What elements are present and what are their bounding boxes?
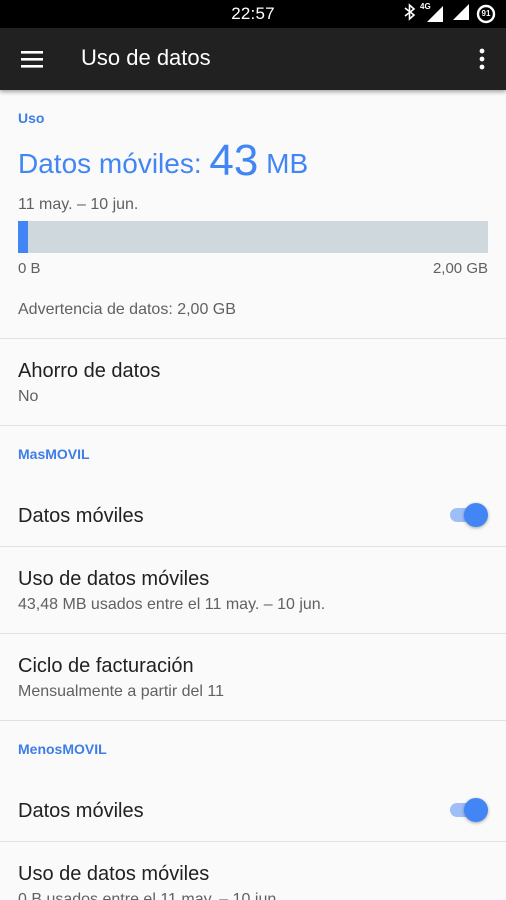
- signal-4g-icon: 4G: [420, 2, 444, 23]
- usage-period: 11 may. – 10 jun.: [18, 196, 139, 213]
- sim1-billing-title: Ciclo de facturación: [18, 655, 194, 677]
- usage-value: 43: [209, 136, 259, 185]
- sim2-mobile-data-toggle[interactable]: [448, 797, 488, 823]
- divider: [0, 720, 506, 721]
- sim1-mobile-data-row[interactable]: Datos móviles: [0, 480, 506, 546]
- hamburger-menu-icon[interactable]: [20, 48, 44, 70]
- data-saver-value: No: [18, 388, 39, 405]
- sim1-billing-row[interactable]: Ciclo de facturación Mensualmente a part…: [0, 634, 506, 720]
- page-title: Uso de datos: [81, 45, 211, 70]
- sim2-usage-summary: 0 B usados entre el 11 may. – 10 jun.: [18, 891, 281, 900]
- app-bar: Uso de datos: [0, 28, 506, 90]
- sim1-usage-row[interactable]: Uso de datos móviles 43,48 MB usados ent…: [0, 547, 506, 633]
- settings-content[interactable]: Uso Datos móviles: 43 MB 11 may. – 10 ju…: [0, 90, 506, 900]
- usage-progress-fill: [18, 221, 28, 253]
- usage-headline: Datos móviles: 43 MB: [18, 136, 308, 186]
- toggle-thumb: [464, 503, 488, 527]
- battery-icon: 91: [476, 4, 496, 24]
- sim1-usage-title: Uso de datos móviles: [18, 568, 210, 590]
- divider: [0, 425, 506, 426]
- sim2-mobile-data-row[interactable]: Datos móviles: [0, 775, 506, 841]
- bluetooth-icon: [404, 2, 416, 26]
- toggle-thumb: [464, 798, 488, 822]
- section-header-sim2: MenosMOVIL: [18, 741, 107, 757]
- sim2-mobile-data-label: Datos móviles: [18, 800, 144, 822]
- status-bar: 22:57 4G 91: [0, 0, 506, 28]
- sim1-mobile-data-toggle[interactable]: [448, 502, 488, 528]
- section-header-usage: Uso: [18, 110, 45, 126]
- data-saver-title: Ahorro de datos: [18, 360, 161, 382]
- usage-bar-max: 2,00 GB: [432, 260, 488, 277]
- usage-progress-bar: [18, 221, 488, 253]
- sim1-mobile-data-label: Datos móviles: [18, 505, 144, 527]
- sim2-usage-row[interactable]: Uso de datos móviles 0 B usados entre el…: [0, 842, 506, 900]
- battery-level: 91: [481, 9, 491, 18]
- sim1-billing-summary: Mensualmente a partir del 11: [18, 683, 225, 700]
- usage-bar-min: 0 B: [18, 260, 41, 277]
- usage-label: Datos móviles:: [18, 148, 210, 179]
- sim2-usage-title: Uso de datos móviles: [18, 863, 210, 885]
- sim1-usage-summary: 43,48 MB usados entre el 11 may. – 10 ju…: [18, 596, 326, 613]
- signal-icon: [450, 3, 470, 26]
- data-saver-row[interactable]: Ahorro de datos No: [0, 339, 506, 425]
- status-icons: 4G 91: [404, 2, 496, 26]
- more-vert-icon[interactable]: [472, 46, 492, 72]
- usage-unit: MB: [266, 148, 309, 179]
- section-header-sim1: MasMOVIL: [18, 446, 90, 462]
- data-warning[interactable]: Advertencia de datos: 2,00 GB: [18, 301, 236, 319]
